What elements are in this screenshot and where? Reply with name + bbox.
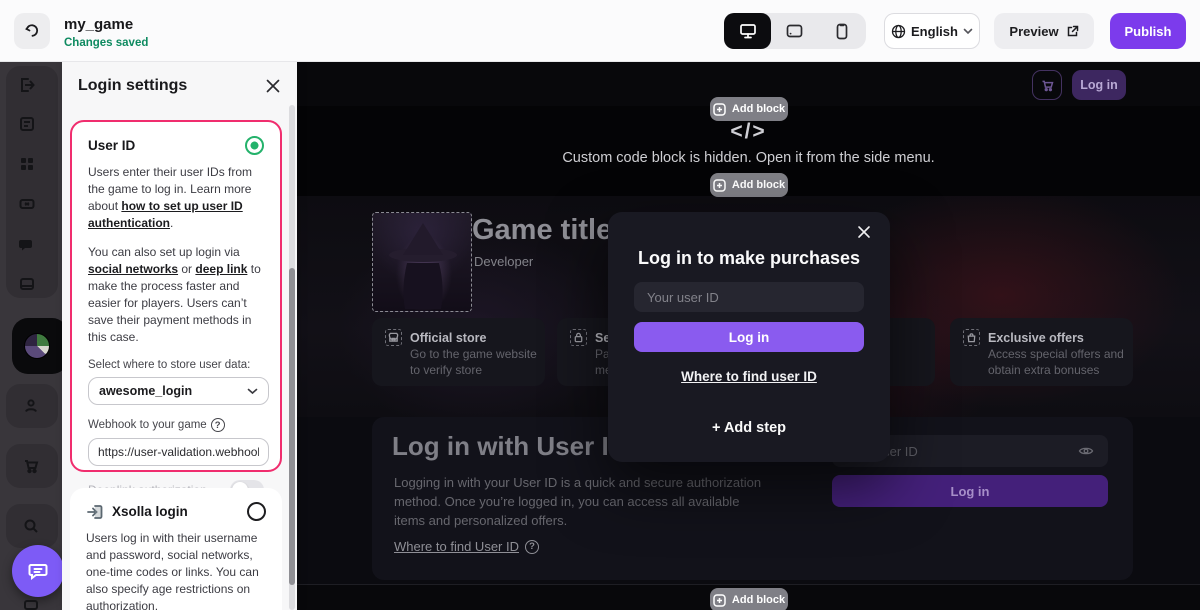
coupon-block-icon[interactable] [16,193,38,215]
xsolla-login-description: Users log in with their username and pas… [86,531,259,610]
storefront-icon [385,329,402,346]
add-block-button-top[interactable]: Add block [710,97,788,121]
gift-bag-icon [963,329,980,346]
chevron-down-icon [247,388,258,394]
deep-link-link[interactable]: deep link [195,262,247,276]
language-value: English [911,23,958,39]
webhook-label-row: Webhook to your game ? [88,418,264,432]
user-id-title: User ID [88,138,136,153]
globe-icon [891,24,906,38]
modal-login-button[interactable]: Log in [634,322,864,352]
block-sidebar [0,62,68,610]
modal-close-icon[interactable] [856,224,872,240]
social-block-icon[interactable] [16,233,38,255]
external-link-icon [1067,25,1078,36]
benefit-card-official-store: Official store Go to the game website to… [372,318,545,386]
xsolla-login-title: Xsolla login [112,504,188,519]
where-to-find-row: Where to find User ID ? [394,539,539,554]
footer-block-icon[interactable] [16,273,38,295]
chat-bubble-icon [28,564,48,580]
game-title: Game title [472,214,613,246]
benefit-card-exclusive-offers: Exclusive offers Access special offers a… [950,318,1133,386]
game-cover-image[interactable] [372,212,472,312]
modal-title: Log in to make purchases [637,248,861,268]
site-cart-button[interactable] [1032,70,1062,100]
cart-icon [1042,80,1053,91]
device-toggle-group [724,13,866,49]
modal-where-to-find-link[interactable]: Where to find user ID [608,369,890,384]
publish-button[interactable]: Publish [1110,13,1186,49]
webhook-label: Webhook to your game [88,419,207,431]
save-status: Changes saved [64,37,149,49]
device-tablet-button[interactable] [771,13,818,49]
add-block-button-bottom[interactable]: Add block [710,588,788,610]
site-preview: Log in </> Custom code block is hidden. … [297,62,1200,610]
cart-rail-icon[interactable] [20,455,42,477]
undo-button[interactable] [14,13,50,49]
plus-square-icon [713,102,726,116]
panel-scrollbar[interactable] [289,268,295,585]
project-title: my_game [64,16,134,33]
xsolla-login-option-card: Xsolla login Users log in with their use… [70,488,282,610]
profile-icon[interactable] [20,395,42,417]
login-purchases-modal: Log in to make purchases Your user ID Lo… [608,212,890,462]
block-list-card [6,66,58,298]
add-block-button-middle[interactable]: Add block [710,173,788,197]
store-block-icon[interactable] [16,153,38,175]
support-chat-button[interactable] [12,545,64,597]
chevron-down-icon [963,28,973,34]
desktop-icon [739,24,756,39]
game-avatar [24,333,50,359]
store-select-label: Select where to store user data: [88,359,251,371]
site-header-login-button[interactable]: Log in [1072,70,1126,100]
close-icon[interactable] [264,77,282,95]
section-title: Log in with User ID [392,431,628,461]
webhook-help-icon[interactable]: ? [210,418,225,432]
panel-title: Login settings [78,77,188,94]
webhook-input[interactable] [88,438,269,466]
where-to-find-user-id-link[interactable]: Where to find User ID [394,539,519,554]
search-icon[interactable] [20,515,42,537]
publish-label: Publish [1124,23,1172,39]
lock-icon [570,329,587,346]
plus-square-icon [713,593,726,607]
help-icon[interactable]: ? [525,539,539,554]
login-block-icon[interactable] [16,74,38,96]
news-block-icon[interactable] [16,113,38,135]
game-developer: Developer [474,254,534,269]
eye-icon[interactable] [1078,445,1094,457]
user-id-option-card: User ID Users enter their user IDs from … [70,120,282,500]
user-id-description-1: Users enter their user IDs from the game… [88,165,253,230]
user-id-description-2: You can also set up login via social net… [88,245,261,344]
section-login-button[interactable]: Log in [832,475,1108,507]
code-hidden-message: Custom code block is hidden. Open it fro… [562,150,935,166]
storage-project-select[interactable]: awesome_login [88,377,269,405]
tablet-icon [787,24,803,38]
device-mobile-button[interactable] [819,13,866,49]
user-id-radio[interactable] [245,136,264,155]
xsolla-login-icon [86,503,104,521]
clipped-rail-icon [24,600,38,610]
code-icon: </> [730,120,767,143]
app-window: my_game Changes saved English Preview Pu… [0,0,1200,610]
preview-button[interactable]: Preview [994,13,1094,49]
device-desktop-button[interactable] [724,13,772,49]
add-step-button[interactable]: + Add step [608,420,890,436]
preview-label: Preview [1009,23,1059,39]
modal-input-placeholder: Your user ID [647,289,719,305]
editor-topbar: my_game Changes saved English Preview Pu… [0,0,1200,62]
login-settings-panel: Login settings User ID Users enter their… [62,62,297,610]
plus-square-icon [713,178,726,192]
xsolla-login-radio[interactable] [247,502,266,521]
language-selector[interactable]: English [884,13,980,49]
social-networks-link[interactable]: social networks [88,262,178,276]
storage-project-value: awesome_login [99,384,193,398]
undo-icon [24,23,38,37]
witch-art [389,223,457,309]
mobile-icon [836,23,848,39]
active-game-selector[interactable] [12,318,68,374]
modal-user-id-input[interactable]: Your user ID [634,282,864,312]
